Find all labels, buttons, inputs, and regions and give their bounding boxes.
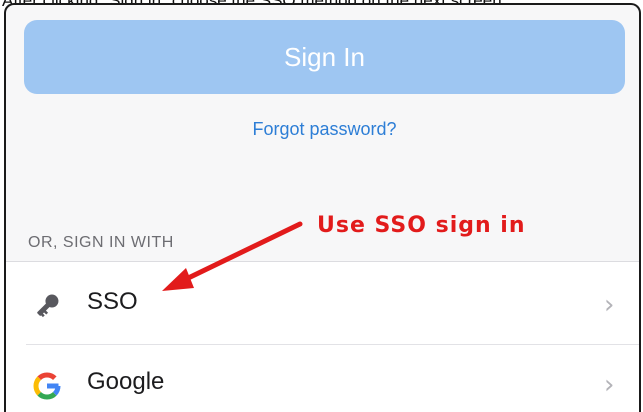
sso-signin-option[interactable]: SSO ›: [6, 266, 639, 344]
annotation-text: Use SSO sign in: [317, 213, 526, 238]
sign-in-button[interactable]: Sign In: [24, 20, 625, 94]
google-signin-option[interactable]: Google ›: [6, 346, 639, 412]
forgot-password-link[interactable]: Forgot password?: [6, 119, 639, 140]
login-screen: Sign In Forgot password? OR, SIGN IN WIT…: [4, 3, 641, 412]
key-icon: [30, 289, 64, 323]
provider-list: SSO › Google ›: [6, 261, 639, 412]
alt-signin-section-label: OR, SIGN IN WITH: [28, 234, 174, 251]
google-icon: [30, 369, 64, 403]
chevron-right-icon: ›: [604, 290, 615, 320]
row-divider: [26, 344, 639, 345]
sso-option-label: SSO: [87, 288, 138, 315]
google-option-label: Google: [87, 368, 165, 395]
chevron-right-icon: ›: [604, 370, 615, 400]
